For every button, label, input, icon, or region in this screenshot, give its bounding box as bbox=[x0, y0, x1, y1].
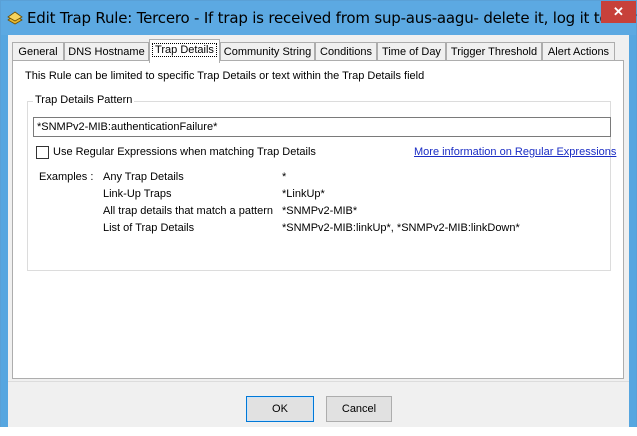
tab-trap-details[interactable]: Trap Details bbox=[149, 39, 220, 63]
dialog-client-area: General DNS Hostname Trap Details Commun… bbox=[8, 35, 629, 428]
regex-info-link[interactable]: More information on Regular Expressions bbox=[414, 146, 616, 158]
cancel-button[interactable]: Cancel bbox=[326, 396, 392, 422]
example-value: *LinkUp* bbox=[282, 188, 325, 200]
tab-label: DNS Hostname bbox=[68, 46, 145, 58]
footer-divider bbox=[8, 381, 629, 382]
tab-trigger-threshold[interactable]: Trigger Threshold bbox=[446, 42, 542, 60]
tab-label: Community String bbox=[223, 46, 312, 58]
example-name: Any Trap Details bbox=[103, 171, 184, 183]
title-bar[interactable]: Edit Trap Rule: Tercero - If trap is rec… bbox=[1, 1, 637, 35]
example-name: List of Trap Details bbox=[103, 222, 195, 234]
trap-rule-icon bbox=[7, 11, 23, 25]
example-value: *SNMPv2-MIB:linkUp*, *SNMPv2-MIB:linkDow… bbox=[282, 222, 520, 234]
trap-details-pattern-input[interactable]: *SNMPv2-MIB:authenticationFailure* bbox=[33, 117, 611, 137]
tab-time-of-day[interactable]: Time of Day bbox=[377, 42, 446, 60]
tab-community-string[interactable]: Community String bbox=[220, 42, 315, 60]
example-name: Link-Up Traps bbox=[103, 188, 172, 200]
regex-checkbox[interactable] bbox=[36, 146, 49, 159]
ok-button[interactable]: OK bbox=[246, 396, 314, 422]
regex-checkbox-label[interactable]: Use Regular Expressions when matching Tr… bbox=[53, 146, 316, 158]
close-icon: ✕ bbox=[613, 4, 624, 19]
desktop-strip bbox=[0, 427, 637, 436]
tab-label: Time of Day bbox=[382, 46, 441, 58]
panel-description: This Rule can be limited to specific Tra… bbox=[25, 70, 425, 82]
tab-label: Alert Actions bbox=[547, 46, 610, 58]
example-value: * bbox=[282, 171, 287, 183]
window-title: Edit Trap Rule: Tercero - If trap is rec… bbox=[27, 9, 637, 27]
tab-general[interactable]: General bbox=[12, 42, 64, 60]
tab-conditions[interactable]: Conditions bbox=[315, 42, 377, 60]
tab-label: Conditions bbox=[320, 46, 372, 58]
group-label: Trap Details Pattern bbox=[33, 94, 135, 106]
tab-label: Trap Details bbox=[152, 43, 217, 57]
tab-dns-hostname[interactable]: DNS Hostname bbox=[64, 42, 149, 60]
examples-label: Examples : bbox=[39, 171, 94, 183]
tab-label: Trigger Threshold bbox=[450, 46, 538, 58]
example-value: *SNMPv2-MIB* bbox=[282, 205, 358, 217]
tab-label: General bbox=[18, 46, 58, 58]
edit-trap-rule-window: Edit Trap Rule: Tercero - If trap is rec… bbox=[0, 0, 637, 436]
tab-alert-actions[interactable]: Alert Actions bbox=[542, 42, 615, 60]
close-button[interactable]: ✕ bbox=[601, 1, 636, 23]
trap-details-panel: This Rule can be limited to specific Tra… bbox=[12, 60, 624, 379]
example-name: All trap details that match a pattern bbox=[103, 205, 273, 217]
